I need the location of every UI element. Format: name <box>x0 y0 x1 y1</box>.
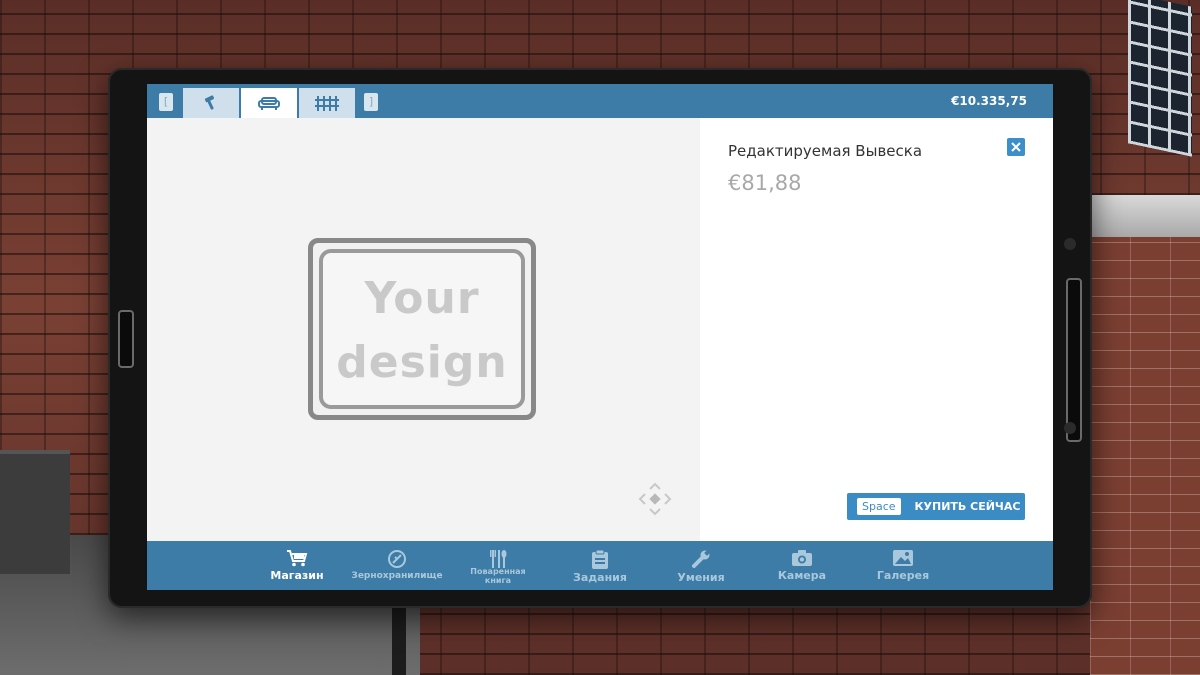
nav-item-skills[interactable]: Умения <box>651 541 751 590</box>
sign-text-line1: Your <box>364 273 480 324</box>
gallery-icon <box>893 550 913 566</box>
sign-preview: Your design <box>308 238 536 420</box>
tablet-sensor-dot <box>1064 238 1076 250</box>
item-preview[interactable]: Your design <box>147 118 700 541</box>
nav-label-tasks: Задания <box>573 571 627 584</box>
tablet-side-button-right <box>1066 278 1082 442</box>
cutlery-icon <box>490 550 507 568</box>
sign-preview-inner: Your design <box>319 249 525 409</box>
nav-item-camera[interactable]: Камера <box>752 541 852 590</box>
tab-prev-bracket[interactable]: [ <box>159 93 173 111</box>
nav-item-granary[interactable]: Зернохранилище <box>347 541 447 590</box>
nav-item-tasks[interactable]: Задания <box>550 541 650 590</box>
nav-label-gallery: Галерея <box>876 569 930 582</box>
nav-label-cookbook: Поваренная книга <box>470 567 526 585</box>
camera-icon <box>792 550 812 566</box>
tablet-device: [] €10.335,75 Your design Редактируемая… <box>108 68 1092 608</box>
nav-label-camera: Камера <box>777 569 827 582</box>
background-ledge <box>1080 195 1200 237</box>
tab-next-bracket[interactable]: ] <box>364 93 378 111</box>
granary-icon <box>388 550 406 568</box>
bottom-navigation: Магазин Зернохранилище Поваренная книга … <box>147 541 1053 590</box>
background-bin <box>0 450 70 574</box>
close-icon <box>1011 142 1021 152</box>
rotate-navigation-icon <box>638 482 672 516</box>
tab-tools[interactable] <box>183 88 239 118</box>
wrench-icon <box>692 549 711 568</box>
close-button[interactable] <box>1007 138 1025 156</box>
clipboard-icon <box>592 549 608 569</box>
buy-key-badge: Space <box>857 498 901 515</box>
nav-label-skills: Умения <box>677 571 725 584</box>
hammer-icon <box>204 95 215 110</box>
tablet-screen: [] €10.335,75 Your design Редактируемая… <box>147 84 1053 590</box>
fence-icon <box>315 96 339 111</box>
balance-display: €10.335,75 <box>951 94 1027 108</box>
tab-furniture[interactable] <box>241 88 297 118</box>
nav-item-shop[interactable]: Магазин <box>247 541 347 590</box>
nav-item-gallery[interactable]: Галерея <box>853 541 953 590</box>
sign-text-line2: design <box>336 337 508 388</box>
nav-label-granary: Зернохранилище <box>351 571 443 581</box>
buy-now-label: КУПИТЬ СЕЙЧАС <box>914 500 1021 513</box>
tab-fences[interactable] <box>299 88 355 118</box>
background-right-wall <box>1090 230 1200 675</box>
item-info-panel: Редактируемая Вывеска €81,88 Space КУПИТ… <box>700 118 1053 541</box>
item-title: Редактируемая Вывеска <box>728 142 923 160</box>
nav-item-cookbook[interactable]: Поваренная книга <box>448 541 548 590</box>
background-window <box>1128 0 1192 157</box>
shop-top-bar: [] €10.335,75 <box>147 84 1053 118</box>
item-price: €81,88 <box>728 171 802 195</box>
sofa-icon <box>258 97 280 110</box>
buy-now-button[interactable]: Space КУПИТЬ СЕЙЧАС <box>847 493 1025 520</box>
tablet-sensor-dot <box>1064 422 1076 434</box>
nav-label-shop: Магазин <box>270 569 324 582</box>
tablet-side-button-left <box>118 310 134 368</box>
background-pole <box>392 600 406 675</box>
cart-icon <box>287 550 308 567</box>
